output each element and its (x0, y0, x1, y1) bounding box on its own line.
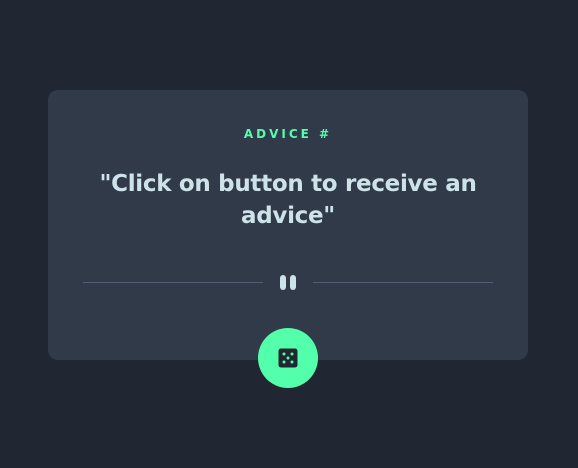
advice-card: ADVICE # "Click on button to receive an … (48, 90, 528, 360)
divider-line-left (83, 282, 263, 283)
dice-icon (278, 348, 298, 368)
divider (83, 272, 493, 292)
pause-icon (278, 275, 298, 290)
divider-line-right (313, 282, 493, 283)
advice-quote: "Click on button to receive an advice" (99, 171, 477, 229)
generate-advice-button[interactable] (258, 328, 318, 388)
advice-label: ADVICE # (243, 127, 333, 141)
